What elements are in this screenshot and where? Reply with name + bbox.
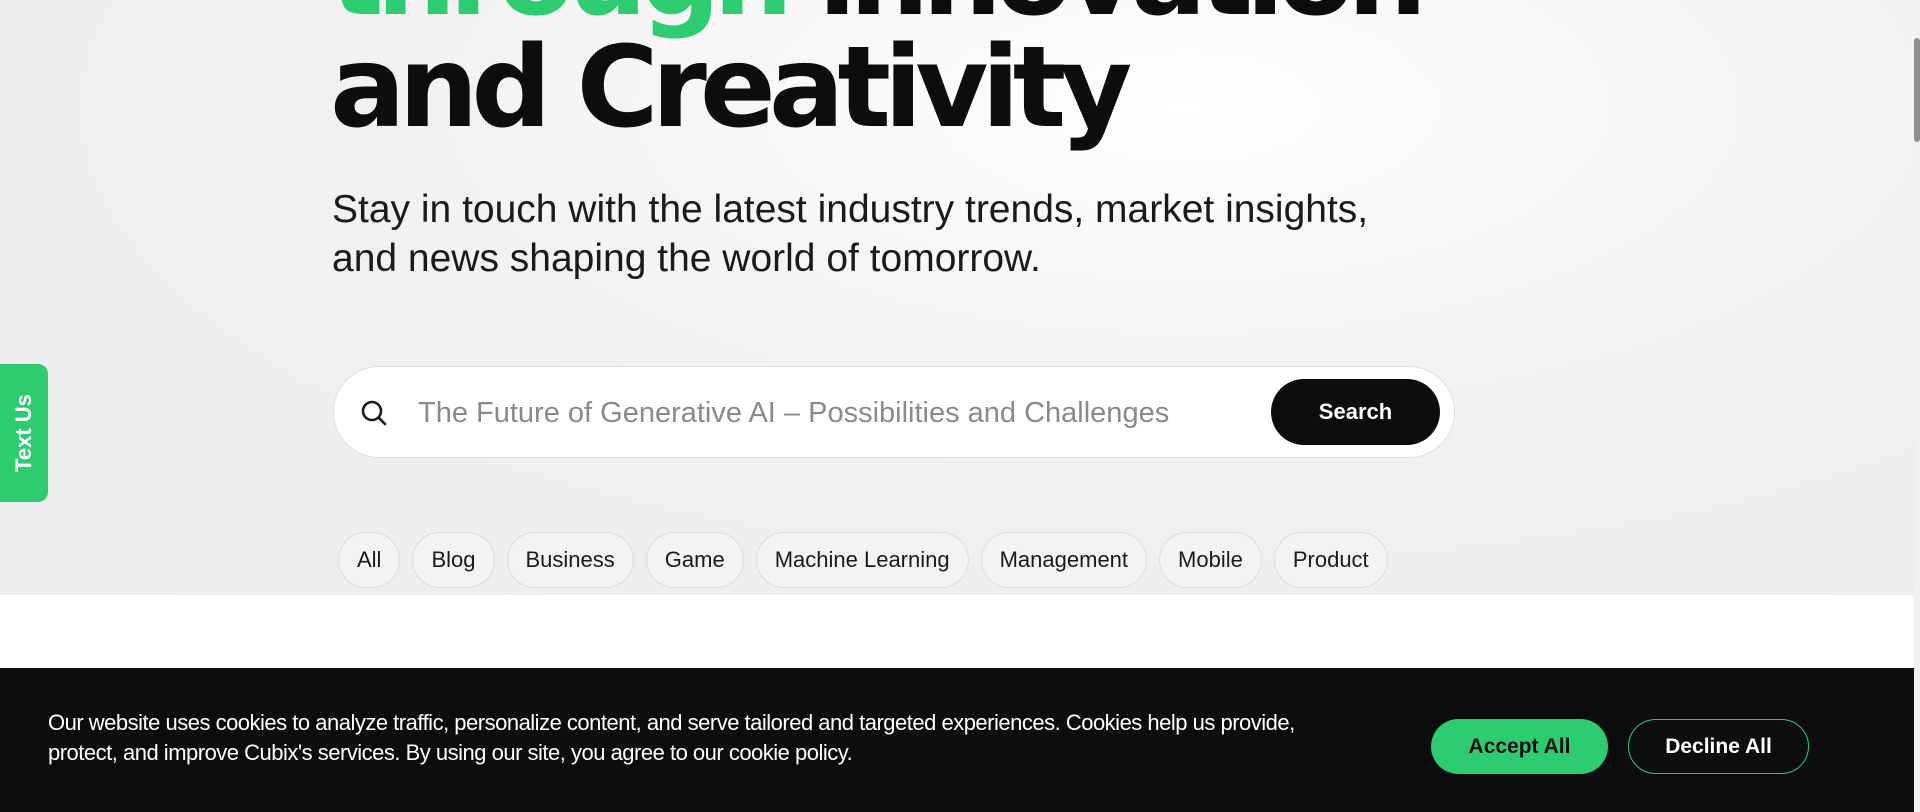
hero-subtitle: Stay in touch with the latest industry t… <box>332 188 1369 280</box>
search-input[interactable] <box>418 387 1258 439</box>
search-button[interactable]: Search <box>1271 379 1440 445</box>
category-filter-chips: All Blog Business Game Machine Learning Manag… <box>338 532 1388 588</box>
hero-headline: through innovation and Creativity <box>330 0 1427 153</box>
category-chip-management[interactable]: Management <box>980 532 1148 588</box>
accept-all-button[interactable]: Accept All <box>1431 719 1608 774</box>
category-chip-game[interactable]: Game <box>645 532 744 588</box>
cookie-banner: Our website uses cookies to analyze traf… <box>0 668 1914 812</box>
hero-section: through innovation and Creativity Stay i… <box>0 0 1914 595</box>
category-chip-blog[interactable]: Blog <box>412 532 495 588</box>
search-bar: Search <box>333 366 1455 458</box>
cookie-message: Our website uses cookies to analyze traf… <box>48 710 1295 765</box>
headline-line-2: and Creativity <box>330 23 1132 153</box>
decline-all-button[interactable]: Decline All <box>1628 719 1809 774</box>
category-chip-mobile[interactable]: Mobile <box>1159 532 1262 588</box>
category-chip-machine-learning[interactable]: Machine Learning <box>755 532 969 588</box>
category-chip-product[interactable]: Product <box>1273 532 1388 588</box>
scrollbar-thumb[interactable] <box>1914 38 1920 142</box>
text-us-tab[interactable]: Text Us <box>0 364 48 502</box>
category-chip-all[interactable]: All <box>338 532 401 588</box>
category-chip-business[interactable]: Business <box>506 532 634 588</box>
text-us-label: Text Us <box>11 394 36 472</box>
scrollbar[interactable] <box>1914 0 1920 812</box>
search-icon <box>361 400 387 426</box>
